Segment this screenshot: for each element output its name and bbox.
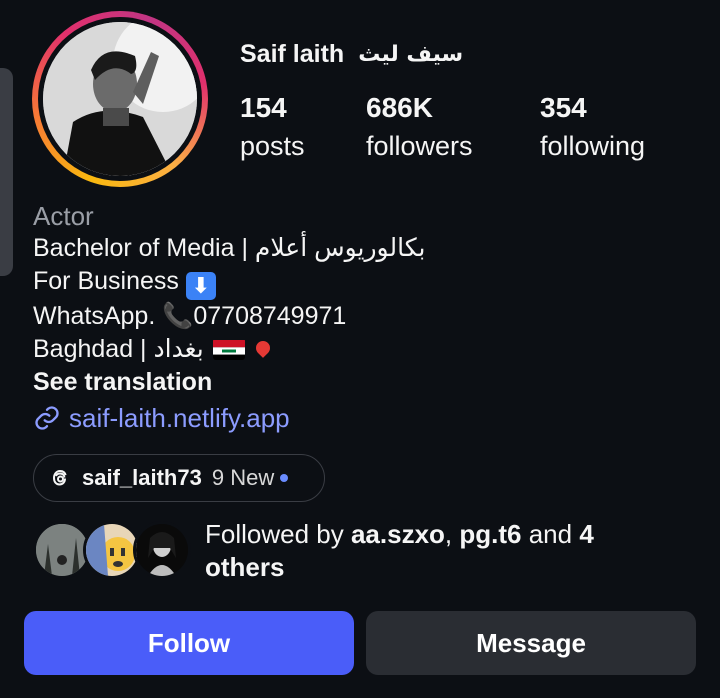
threads-new-count: 9 New — [211, 465, 275, 490]
threads-handle: saif_laith73 — [82, 465, 202, 490]
website-link[interactable]: saif-laith.netlify.app — [33, 399, 693, 437]
profile-name-row: Saif laith سيف ليث — [240, 38, 463, 70]
profile-name: Saif laith — [240, 39, 345, 68]
profile-avatar[interactable] — [32, 11, 208, 187]
message-button[interactable]: Message — [366, 611, 696, 675]
followers-label: followers — [366, 131, 473, 161]
threads-icon — [52, 469, 67, 486]
see-translation-link[interactable]: See translation — [33, 366, 693, 399]
new-indicator-dot — [280, 474, 289, 482]
following-stat[interactable]: 354 following — [540, 92, 645, 164]
avatar-photo — [43, 22, 197, 176]
posts-label: posts — [240, 131, 305, 161]
website-url: saif-laith.netlify.app — [69, 403, 290, 433]
bio-line-business: For Business ⬇ — [33, 265, 693, 300]
profile-category: Actor — [33, 201, 94, 231]
iraq-flag-icon — [212, 338, 245, 360]
mutual-user-1[interactable]: aa.szxo — [351, 519, 445, 549]
posts-count: 154 — [240, 92, 287, 123]
followers-count: 686K — [366, 92, 433, 123]
following-count: 354 — [540, 92, 587, 123]
down-arrow-icon: ⬇ — [185, 272, 216, 300]
threads-badge[interactable]: saif_laith73 9 New — [33, 454, 325, 502]
posts-stat[interactable]: 154 posts — [240, 92, 305, 164]
profile-bio: Actor Bachelor of Media | بكالوريوس أعلا… — [33, 200, 693, 437]
bio-line-location: Baghdad | بغداد — [33, 333, 693, 366]
location-pin-icon — [252, 338, 273, 358]
following-label: following — [540, 131, 646, 161]
bio-line-whatsapp[interactable]: WhatsApp. 📞07708749971 — [33, 300, 693, 333]
profile-name-arabic: سيف ليث — [358, 41, 464, 67]
bio-line-education: Bachelor of Media | بكالوريوس أعلام — [33, 234, 426, 262]
mutual-avatar-3 — [133, 521, 191, 579]
followers-stat[interactable]: 686K followers — [366, 92, 473, 164]
side-panel-handle[interactable] — [0, 68, 13, 276]
follow-button[interactable]: Follow — [24, 611, 354, 675]
followed-by-text[interactable]: Followed by aa.szxo, pg.t6 and 4 others — [205, 518, 675, 584]
mutual-followers-avatars[interactable] — [33, 521, 193, 581]
link-icon — [35, 406, 59, 430]
mutual-user-2[interactable]: pg.t6 — [459, 519, 521, 549]
